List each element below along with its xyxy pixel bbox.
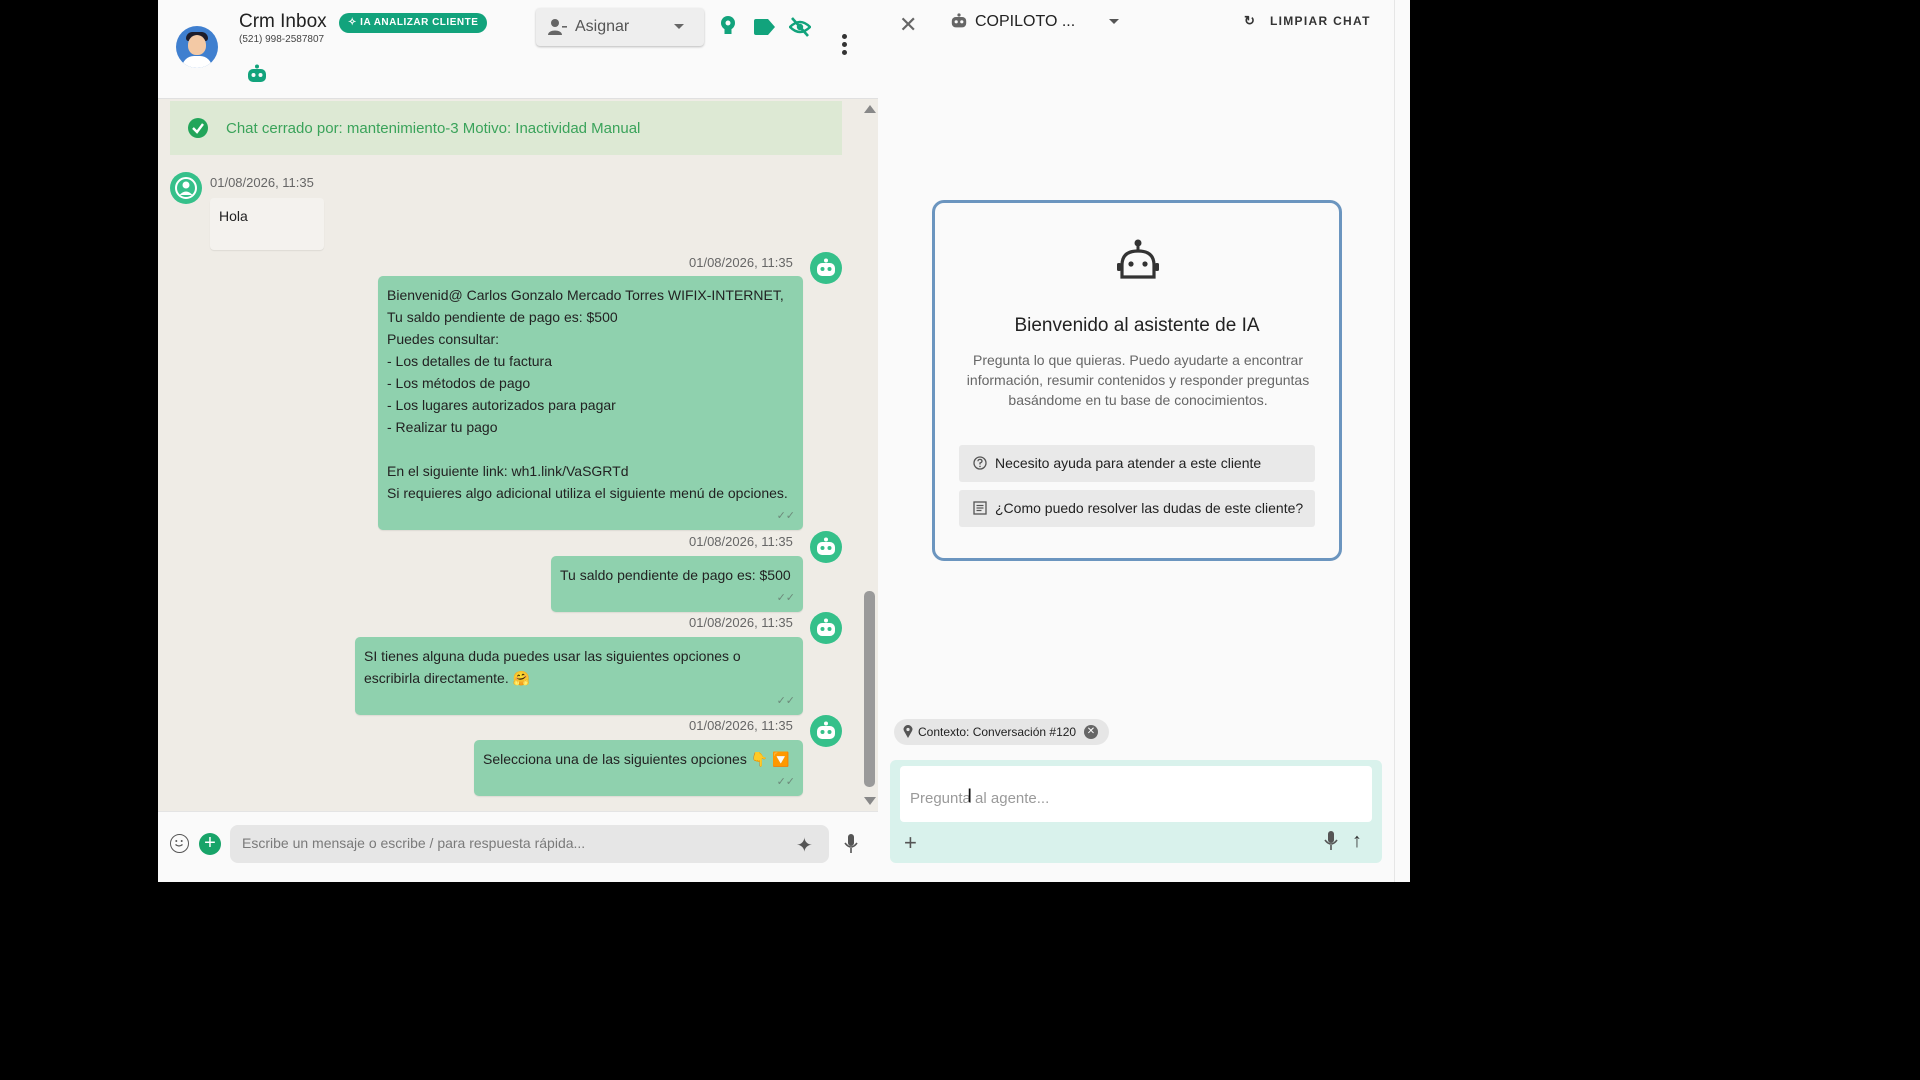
app-window: Crm Inbox (521) 998-2587807 ✧ IA ANALIZA…: [158, 0, 1410, 882]
microphone-icon[interactable]: [1324, 831, 1338, 856]
message-text: Hola: [219, 208, 248, 224]
scrollbar-thumb[interactable]: [864, 591, 875, 787]
ai-analyze-client-button[interactable]: ✧ IA ANALIZAR CLIENTE: [339, 13, 488, 33]
messages-scrollbar[interactable]: [861, 99, 877, 811]
welcome-title: Bienvenido al asistente de IA: [1014, 315, 1260, 336]
message-line: - Los métodos de pago: [387, 375, 531, 391]
attach-plus-button[interactable]: +: [199, 833, 221, 855]
send-arrow-icon[interactable]: ↑: [1352, 830, 1362, 853]
message-timestamp: 01/08/2026, 11:35: [210, 175, 314, 190]
chat-panel: Crm Inbox (521) 998-2587807 ✧ IA ANALIZA…: [158, 0, 878, 882]
context-chip[interactable]: Contexto: Conversación #120 ✕: [894, 719, 1109, 745]
chevron-down-icon[interactable]: [1109, 19, 1119, 24]
suggestion-label: ¿Como puedo resolver las dudas de este c…: [995, 500, 1304, 516]
incoming-message-bubble[interactable]: Hola: [210, 198, 324, 250]
message-line: escribirla directamente. 🤗: [364, 670, 531, 686]
welcome-description: Pregunta lo que quieras. Puedo ayudarte …: [966, 352, 1310, 408]
robot-icon: [951, 13, 967, 34]
message-timestamp: 01/08/2026, 11:35: [689, 255, 793, 270]
agent-question-placeholder: Pregunta al agente...: [910, 790, 1050, 807]
message-line: Bienvenid@ Carlos Gonzalo Mercado Torres…: [387, 287, 784, 303]
location-pin-icon: [903, 725, 913, 743]
assign-user-icon: [548, 18, 568, 41]
suggestion-resolve-doubts[interactable]: ¿Como puedo resolver las dudas de este c…: [959, 490, 1315, 527]
message-line: Selecciona una de las siguientes opcione…: [483, 751, 790, 767]
remove-context-icon[interactable]: ✕: [1084, 725, 1098, 739]
message-line: Tu saldo pendiente de pago es: $500: [387, 309, 618, 325]
suggestion-label: Necesito ayuda para atender a este clien…: [995, 455, 1262, 471]
message-line: Si requieres algo adicional utiliza el s…: [387, 485, 788, 501]
robot-icon: [1115, 239, 1161, 286]
customer-avatar-icon: [170, 172, 202, 204]
microphone-icon[interactable]: [844, 834, 858, 859]
label-tag-icon[interactable]: [754, 19, 776, 40]
sparkle-person-icon: ✧: [348, 17, 357, 28]
message-timestamp: 01/08/2026, 11:35: [689, 615, 793, 630]
panel-divider: [1394, 0, 1395, 882]
message-line: En el siguiente link: wh1.link/VaSGRTd: [387, 463, 629, 479]
context-chip-label: Contexto: Conversación #120: [918, 725, 1077, 739]
message-composer: + Escribe un mensaje o escribe / para re…: [158, 811, 878, 882]
outgoing-message-bubble[interactable]: Selecciona una de las siguientes opcione…: [474, 740, 803, 796]
more-options-icon[interactable]: [842, 34, 848, 58]
bot-avatar-icon: [810, 252, 842, 284]
list-doc-icon: [973, 501, 987, 520]
scroll-down-arrow-icon[interactable]: [864, 797, 876, 805]
read-checkmarks-icon: ✓✓: [776, 510, 795, 522]
chevron-down-icon: [674, 24, 684, 29]
message-input[interactable]: Escribe un mensaje o escribe / para resp…: [230, 825, 829, 863]
bot-avatar-icon: [810, 612, 842, 644]
outgoing-message-bubble[interactable]: SI tienes alguna duda puedes usar las si…: [355, 637, 803, 715]
robot-icon[interactable]: [246, 64, 268, 89]
contact-avatar[interactable]: [176, 26, 218, 68]
add-attachment-icon[interactable]: +: [904, 830, 917, 856]
suggestion-help-client[interactable]: Necesito ayuda para atender a este clien…: [959, 445, 1315, 482]
agent-ask-box: Pregunta al agente... I + ↑: [890, 760, 1382, 863]
eye-off-icon[interactable]: [788, 17, 812, 42]
message-line: SI tienes alguna duda puedes usar las si…: [364, 648, 741, 664]
message-line: - Los detalles de tu factura: [387, 353, 552, 369]
welcome-card: Bienvenido al asistente de IA Pregunta l…: [932, 200, 1342, 561]
bot-avatar-icon: [810, 531, 842, 563]
agent-question-input[interactable]: Pregunta al agente... I: [900, 766, 1372, 822]
contact-name: Crm Inbox: [239, 11, 327, 32]
text-cursor-icon: I: [967, 786, 973, 807]
scroll-up-arrow-icon[interactable]: [864, 105, 876, 113]
message-timestamp: 01/08/2026, 11:35: [689, 534, 793, 549]
copilot-panel: ✕ COPILOTO ... ↻ LIMPIAR CHAT Bienvenido…: [878, 0, 1410, 882]
chat-closed-text: Chat cerrado por: mantenimiento-3 Motivo…: [226, 120, 641, 137]
message-line: - Los lugares autorizados para pagar: [387, 397, 616, 413]
read-checkmarks-icon: ✓✓: [776, 592, 795, 604]
outgoing-message-bubble[interactable]: Bienvenid@ Carlos Gonzalo Mercado Torres…: [378, 276, 803, 530]
ai-analyze-client-label: IA ANALIZAR CLIENTE: [360, 17, 479, 28]
copilot-title[interactable]: COPILOTO ...: [975, 13, 1075, 31]
clear-chat-label: LIMPIAR CHAT: [1270, 14, 1371, 28]
messages-area: Chat cerrado por: mantenimiento-3 Motivo…: [158, 99, 863, 811]
message-line: Tu saldo pendiente de pago es: $500: [560, 567, 791, 583]
emoji-icon[interactable]: [170, 834, 189, 853]
message-line: Puedes consultar:: [387, 331, 500, 347]
ai-sparkle-icon[interactable]: ✦: [796, 833, 813, 858]
message-timestamp: 01/08/2026, 11:35: [689, 718, 793, 733]
check-circle-icon: [188, 118, 208, 138]
outgoing-message-bubble[interactable]: Tu saldo pendiente de pago es: $500 ✓✓: [551, 556, 803, 612]
chat-closed-banner: Chat cerrado por: mantenimiento-3 Motivo…: [170, 101, 842, 155]
assign-label: Asignar: [575, 18, 630, 35]
assign-dropdown[interactable]: Asignar: [536, 8, 704, 46]
bot-avatar-icon: [810, 715, 842, 747]
message-line: - Realizar tu pago: [387, 419, 498, 435]
chat-header: Crm Inbox (521) 998-2587807 ✧ IA ANALIZA…: [158, 0, 878, 99]
read-checkmarks-icon: ✓✓: [776, 776, 795, 788]
close-icon[interactable]: ✕: [899, 12, 917, 38]
read-checkmarks-icon: ✓✓: [776, 695, 795, 707]
help-circle-icon: [973, 456, 987, 475]
refresh-icon: ↻: [1244, 13, 1257, 28]
contact-phone: (521) 998-2587807: [239, 34, 325, 45]
lightbulb-icon[interactable]: [720, 16, 736, 43]
message-input-placeholder: Escribe un mensaje o escribe / para resp…: [242, 835, 586, 851]
